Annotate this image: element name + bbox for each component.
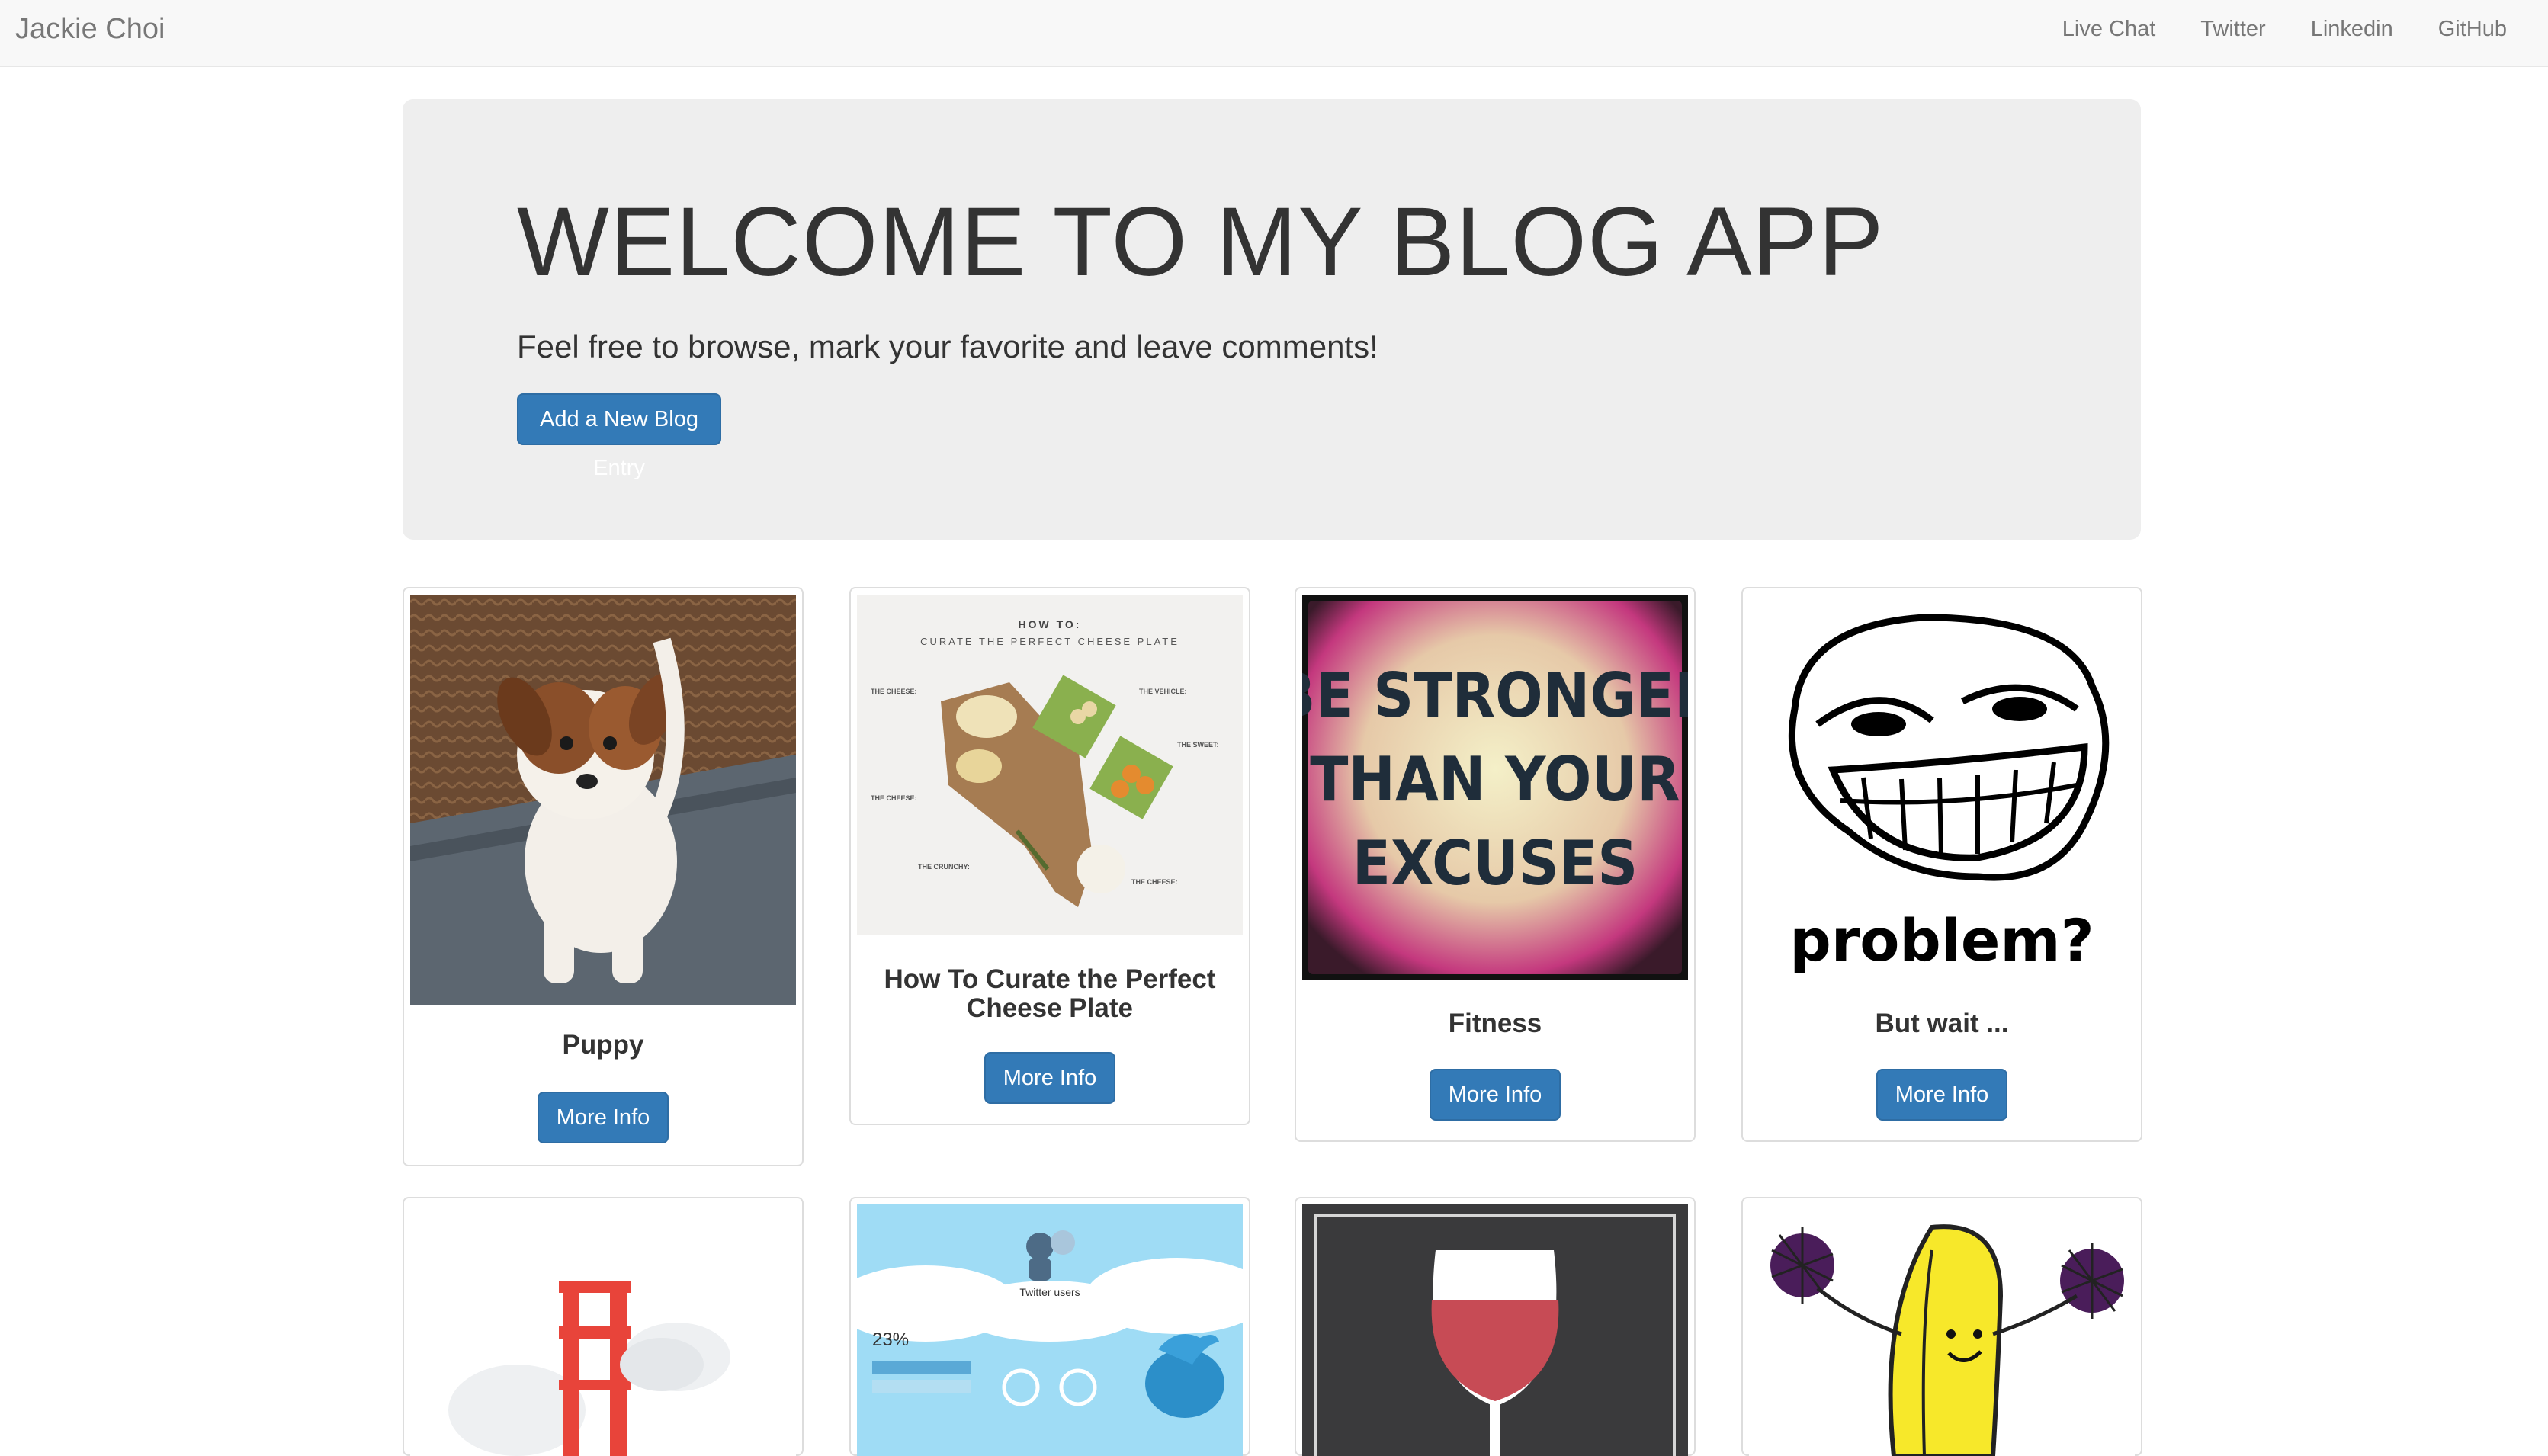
nav-link-linkedin[interactable]: Linkedin <box>2311 15 2393 49</box>
nav-link-github[interactable]: GitHub <box>2438 15 2507 49</box>
puppy-image[interactable] <box>410 595 796 1005</box>
cheese-label-2: THE VEHICLE: <box>1139 688 1187 695</box>
nav-links: Live Chat Twitter Linkedin GitHub <box>2017 15 2507 49</box>
post-title: Puppy <box>562 1030 644 1060</box>
poster-line-2: THAN YOUR <box>1310 745 1680 816</box>
post-title: Fitness <box>1448 1009 1542 1038</box>
more-info-button[interactable]: More Info <box>1430 1069 1561 1121</box>
cheese-label-6: THE CHEESE: <box>1131 878 1178 886</box>
blog-card-cheese-plate: HOW TO: CURATE THE PERFECT CHEESE PLATE … <box>849 587 1250 1125</box>
welcome-jumbotron: WELCOME TO MY BLOG APP Feel free to brow… <box>403 99 2141 540</box>
blog-card-wine <box>1295 1197 1696 1456</box>
brand-link[interactable]: Jackie Choi <box>15 12 165 46</box>
twitter-infographic-stat: 23% <box>872 1329 909 1350</box>
blog-card-golden-gate <box>403 1197 804 1456</box>
trollface-image[interactable]: problem? <box>1749 595 2135 980</box>
poster-line-1: BE STRONGER <box>1302 661 1688 732</box>
page-title: WELCOME TO MY BLOG APP <box>517 188 1885 297</box>
nav-link-twitter[interactable]: Twitter <box>2200 15 2265 49</box>
blog-card-twitter-users: Twitter users 23% <box>849 1197 1250 1456</box>
cheese-label-1: THE CHEESE: <box>871 688 917 695</box>
welcome-subtitle: Feel free to browse, mark your favorite … <box>517 329 1378 364</box>
cheese-heading-text: HOW TO: <box>1019 618 1082 630</box>
cheese-label-3: THE SWEET: <box>1177 741 1219 749</box>
twitter-infographic-image[interactable]: Twitter users 23% <box>857 1204 1243 1456</box>
troll-caption: problem? <box>1789 906 2094 974</box>
cheese-label-4: THE CHEESE: <box>871 794 917 802</box>
blog-card-banana <box>1741 1197 2142 1456</box>
golden-gate-image[interactable] <box>410 1204 796 1456</box>
blog-card-puppy: Puppy More Info <box>403 587 804 1166</box>
more-info-button[interactable]: More Info <box>984 1052 1115 1104</box>
fitness-poster-image[interactable]: BE STRONGER THAN YOUR EXCUSES <box>1302 595 1688 980</box>
twitter-infographic-heading: Twitter users <box>1019 1286 1080 1298</box>
cheese-label-5: THE CRUNCHY: <box>918 863 970 871</box>
more-info-button[interactable]: More Info <box>538 1092 669 1143</box>
more-info-button[interactable]: More Info <box>1876 1069 2007 1121</box>
add-blog-entry-button[interactable]: Add a New Blog Entry <box>517 393 721 480</box>
blog-card-but-wait: problem? But wait ... More Info <box>1741 587 2142 1142</box>
top-navbar: Jackie Choi Live Chat Twitter Linkedin G… <box>0 0 2548 67</box>
wine-glass-image[interactable] <box>1302 1204 1688 1456</box>
banana-image[interactable] <box>1749 1204 2135 1456</box>
cheese-plate-image[interactable]: HOW TO: CURATE THE PERFECT CHEESE PLATE … <box>857 595 1243 935</box>
blog-card-fitness: BE STRONGER THAN YOUR EXCUSES Fitness Mo… <box>1295 587 1696 1142</box>
nav-link-live-chat[interactable]: Live Chat <box>2062 15 2156 49</box>
post-title: But wait ... <box>1875 1009 2009 1038</box>
poster-line-3: EXCUSES <box>1353 829 1638 900</box>
cheese-subheading-text: CURATE THE PERFECT CHEESE PLATE <box>920 636 1179 647</box>
post-title: How To Curate the Perfect Cheese Plate <box>884 964 1216 1023</box>
